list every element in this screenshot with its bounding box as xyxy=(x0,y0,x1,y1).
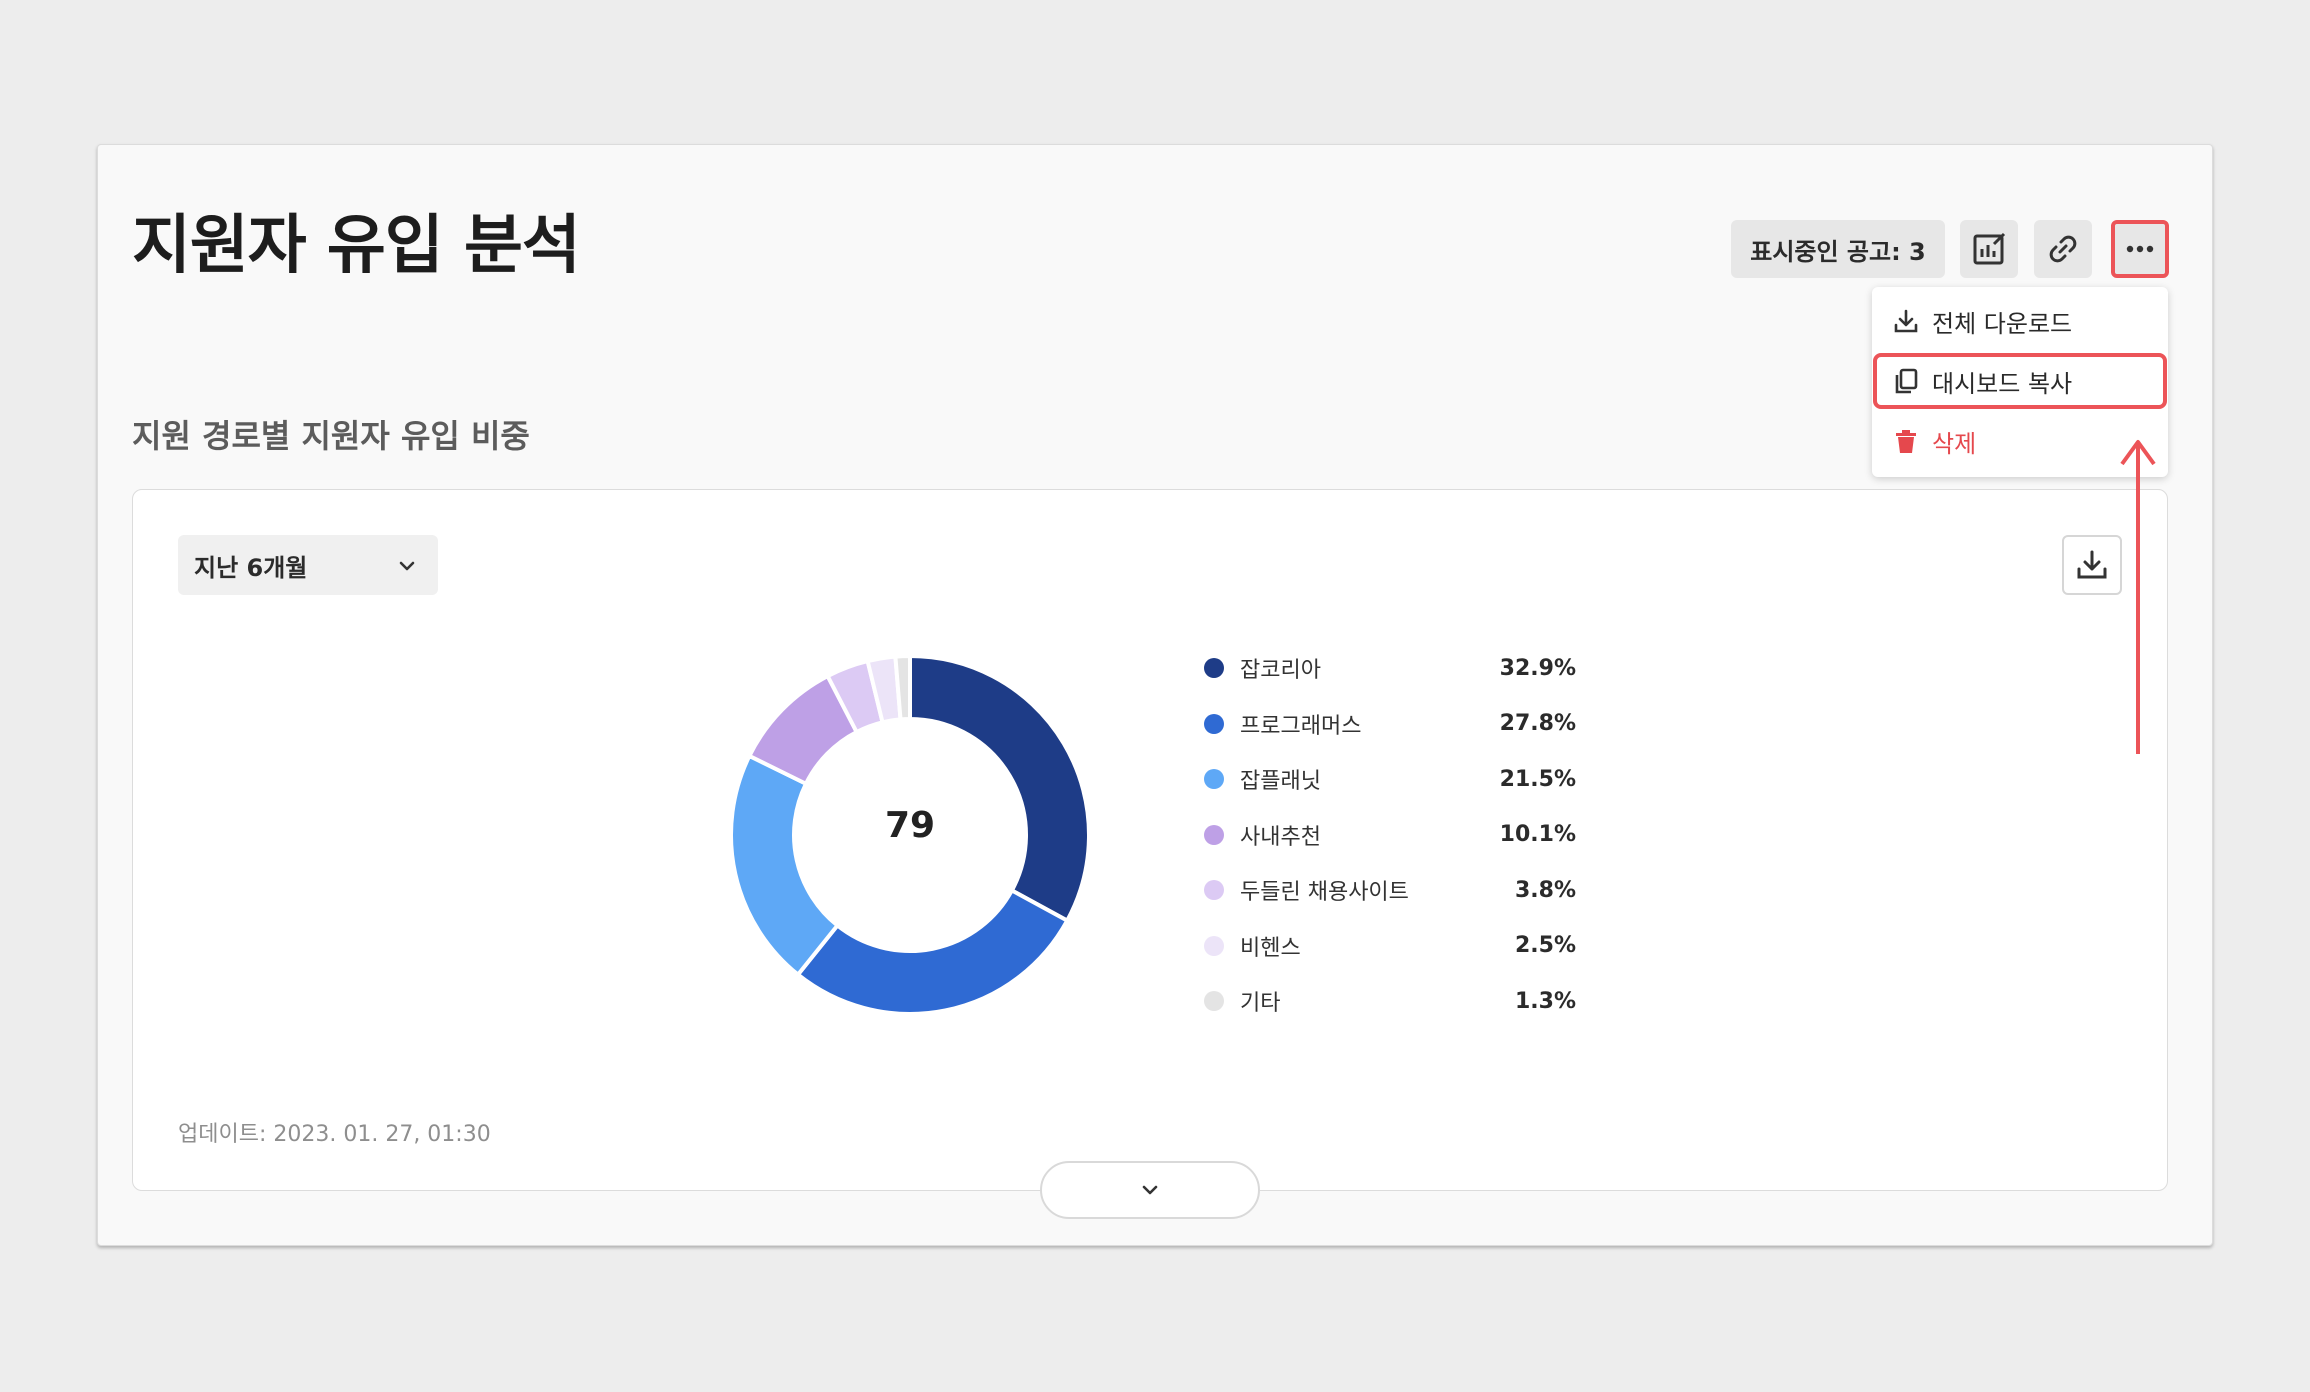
legend-item: 두들린 채용사이트 3.8% xyxy=(1204,870,1576,910)
period-select-value: 지난 6개월 xyxy=(194,553,308,582)
legend-label: 두들린 채용사이트 xyxy=(1240,880,1409,905)
legend-label: 잡플래닛 xyxy=(1240,769,1321,794)
expand-button[interactable] xyxy=(1040,1161,1260,1219)
annotation-arrow xyxy=(2120,440,2156,754)
legend-swatch xyxy=(1204,658,1224,678)
legend-value: 32.9% xyxy=(1499,655,1576,681)
donut-slice[interactable] xyxy=(908,653,1091,924)
updated-timestamp: 업데이트: 2023. 01. 27, 01:30 xyxy=(178,1122,491,1147)
report-edit-icon xyxy=(1973,232,2006,265)
donut-slice[interactable] xyxy=(795,887,1070,1016)
link-button[interactable] xyxy=(2034,220,2092,278)
legend-label: 기타 xyxy=(1240,991,1281,1016)
page-title: 지원자 유입 분석 xyxy=(132,209,581,283)
more-options-button[interactable] xyxy=(2111,220,2169,278)
legend-value: 21.5% xyxy=(1499,766,1576,792)
legend-label: 사내추천 xyxy=(1240,824,1321,850)
legend-swatch xyxy=(1204,991,1224,1011)
period-select[interactable]: 지난 6개월 xyxy=(178,535,438,595)
menu-item-delete[interactable]: 삭제 xyxy=(1892,421,1976,461)
chevron-down-icon xyxy=(1142,1185,1158,1195)
legend-label: 비헨스 xyxy=(1240,935,1301,961)
download-icon xyxy=(2077,550,2107,579)
legend-swatch xyxy=(1204,935,1224,956)
legend-item: 비헨스 2.5% xyxy=(1204,926,1576,966)
posting-count-button[interactable]: 표시중인 공고: 3 xyxy=(1731,220,1945,278)
legend-label: 프로그래머스 xyxy=(1240,713,1362,739)
menu-item-label: 전체 다운로드 xyxy=(1932,309,2073,338)
legend-value: 3.8% xyxy=(1514,877,1576,903)
legend-value: 27.8% xyxy=(1499,711,1576,736)
legend-item: 프로그래머스 27.8% xyxy=(1204,704,1576,744)
legend-swatch xyxy=(1204,713,1224,734)
menu-item-download-all[interactable]: 전체 다운로드 xyxy=(1892,301,2072,341)
donut-center-total: 79 xyxy=(884,805,936,846)
highlight-box xyxy=(1873,353,2167,409)
more-icon xyxy=(2126,245,2154,253)
chevron-down-icon xyxy=(399,561,415,571)
report-edit-button[interactable] xyxy=(1960,220,2018,278)
legend-item: 사내추천 10.1% xyxy=(1204,815,1576,855)
donut-slice[interactable] xyxy=(729,753,841,978)
legend-value: 2.5% xyxy=(1514,933,1576,958)
chart-card xyxy=(132,489,2168,1191)
legend-swatch xyxy=(1204,824,1224,845)
download-icon xyxy=(1894,309,1918,333)
legend-label: 잡코리아 xyxy=(1240,658,1321,683)
menu-item-label: 삭제 xyxy=(1932,429,1977,458)
legend-item: 잡플래닛 21.5% xyxy=(1204,759,1576,799)
section-title: 지원 경로별 지원자 유입 비중 xyxy=(132,417,530,455)
legend-value: 10.1% xyxy=(1499,822,1576,847)
legend-item: 잡코리아 32.9% xyxy=(1204,648,1576,688)
legend-item: 기타 1.3% xyxy=(1204,981,1576,1021)
chart-download-button[interactable] xyxy=(2062,535,2122,595)
legend-swatch xyxy=(1204,769,1224,789)
legend-value: 1.3% xyxy=(1514,988,1576,1014)
legend-swatch xyxy=(1204,880,1224,900)
trash-icon xyxy=(1896,430,1916,453)
link-icon xyxy=(2049,235,2077,263)
